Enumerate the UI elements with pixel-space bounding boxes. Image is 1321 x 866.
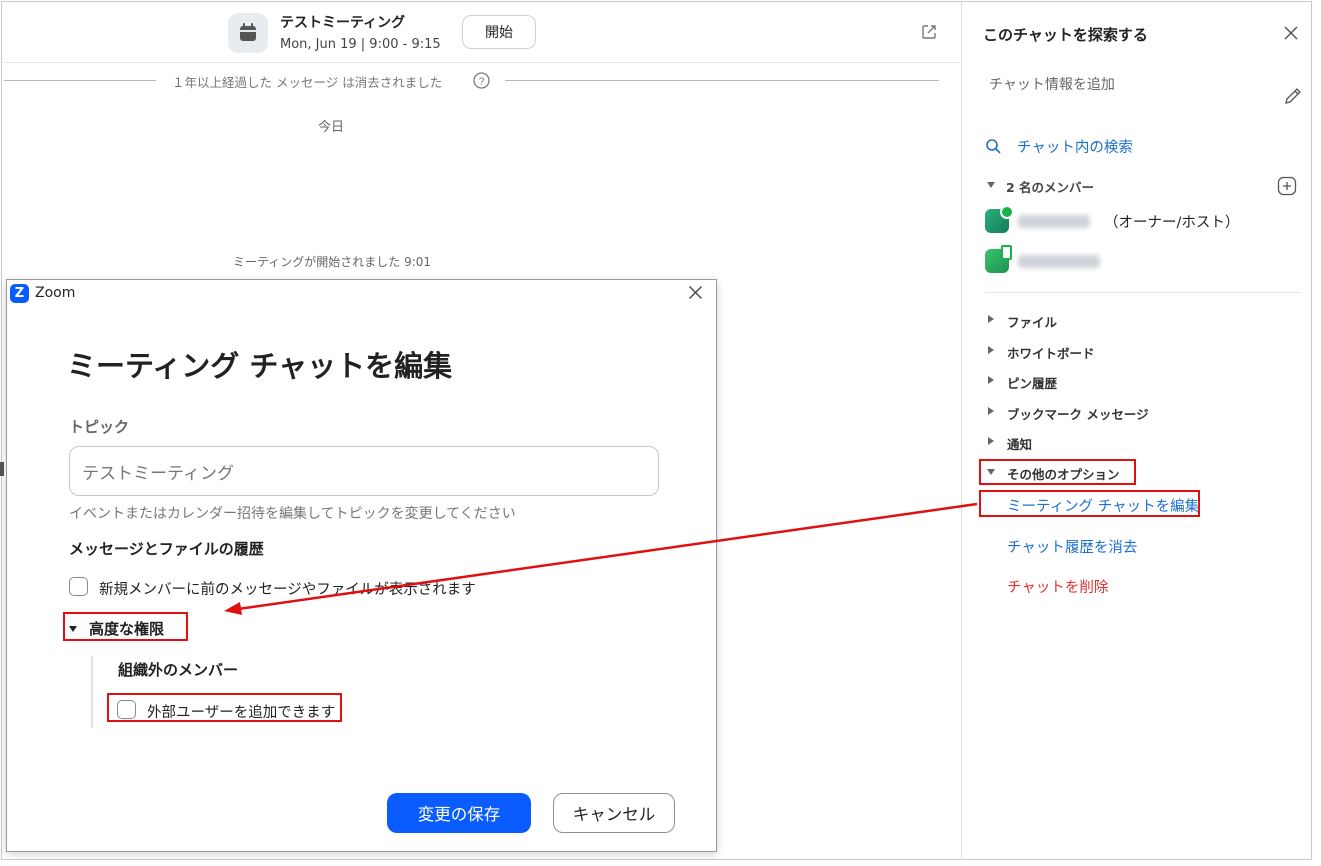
owner-host-label: （オーナー/ホスト） (1104, 215, 1240, 231)
edge-marker (0, 462, 4, 476)
help-icon[interactable]: ? (473, 72, 490, 89)
section-notifications[interactable]: 通知 (1007, 434, 1032, 453)
annotation-highlight (979, 459, 1136, 485)
topic-label: トピック (69, 418, 130, 436)
topic-input[interactable]: テストミーティング (69, 446, 659, 496)
svg-text:?: ? (479, 76, 485, 87)
open-external-icon[interactable] (920, 23, 938, 41)
close-icon[interactable] (1283, 25, 1299, 41)
add-chat-info[interactable]: チャット情報を追加 (989, 74, 1115, 94)
meeting-title: テストミーティング (280, 15, 406, 31)
section-pin-history[interactable]: ピン履歴 (1007, 373, 1057, 392)
cancel-button[interactable]: キャンセル (553, 793, 675, 833)
meeting-started-message: ミーティングが開始されました 9:01 (233, 255, 432, 269)
expand-icon (988, 346, 994, 354)
clear-chat-history-link[interactable]: チャット履歴を消去 (1007, 536, 1137, 557)
panel-title: このチャットを探索する (983, 26, 1148, 44)
members-section-label[interactable]: 2 名のメンバー (1006, 177, 1094, 196)
members-collapse-icon[interactable] (987, 182, 995, 188)
expand-icon (988, 437, 994, 445)
dialog-heading: ミーティング チャットを編集 (67, 349, 453, 383)
meeting-time: Mon, Jun 19 | 9:00 - 9:15 (280, 37, 441, 52)
expand-icon (988, 315, 994, 323)
section-whiteboard[interactable]: ホワイトボード (1007, 343, 1095, 362)
section-files[interactable]: ファイル (1007, 312, 1057, 331)
mobile-status-icon (1001, 245, 1012, 260)
section-bookmarks[interactable]: ブックマーク メッセージ (1007, 404, 1149, 423)
dialog-app-title: Zoom (35, 285, 76, 301)
header-divider (4, 62, 960, 63)
add-member-icon[interactable] (1277, 176, 1297, 196)
close-icon[interactable] (688, 285, 703, 300)
notice-line-right (505, 80, 939, 81)
panel-divider (961, 1, 962, 860)
search-icon[interactable] (985, 138, 1002, 155)
panel-section-divider (985, 292, 1300, 293)
calendar-icon (228, 13, 268, 53)
show-history-checkbox[interactable] (69, 577, 88, 596)
expand-icon (988, 376, 994, 384)
annotation-highlight (63, 612, 188, 641)
member-name-redacted (1018, 215, 1090, 228)
date-separator: 今日 (318, 120, 345, 135)
topic-help-text: イベントまたはカレンダー招待を編集してトピックを変更してください (69, 506, 516, 522)
annotation-highlight (979, 490, 1200, 517)
search-in-chat-link[interactable]: チャット内の検索 (1017, 136, 1133, 157)
online-status-indicator (1000, 205, 1014, 219)
delete-chat-link[interactable]: チャットを削除 (1007, 576, 1108, 597)
expand-icon (988, 407, 994, 415)
save-changes-button[interactable]: 変更の保存 (387, 793, 531, 833)
external-members-label: 組織外のメンバー (118, 661, 239, 679)
zoom-logo-icon: Z (10, 284, 29, 303)
annotation-highlight (107, 693, 342, 722)
start-meeting-button[interactable]: 開始 (462, 15, 536, 49)
show-history-label[interactable]: 新規メンバーに前のメッセージやファイルが表示されます (99, 578, 476, 599)
notice-line-left (4, 80, 156, 81)
pencil-icon[interactable] (1283, 86, 1303, 106)
old-messages-notice: １年以上経過した メッセージ は消去されました (172, 75, 443, 90)
history-section-label: メッセージとファイルの履歴 (69, 540, 264, 558)
member-name-redacted (1018, 255, 1100, 268)
indent-guide (91, 656, 93, 728)
